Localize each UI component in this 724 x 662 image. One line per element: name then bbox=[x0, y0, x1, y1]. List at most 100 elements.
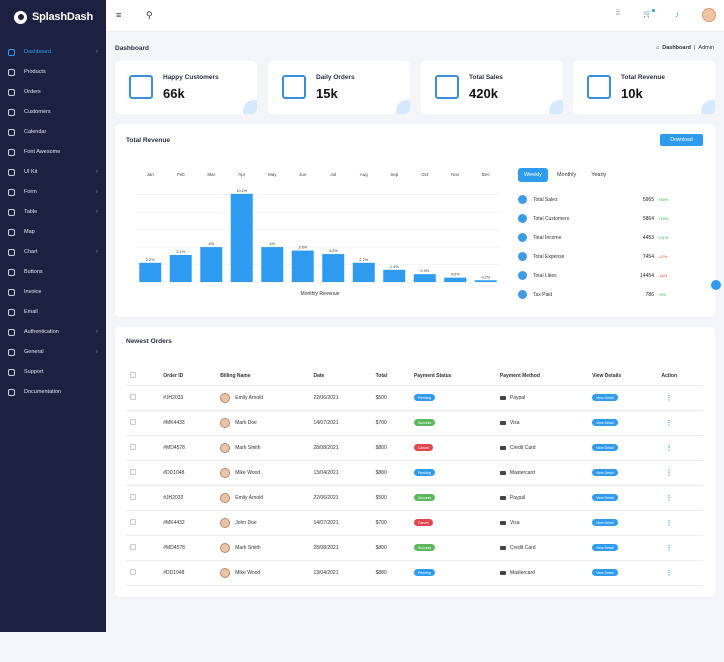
view-detail-button[interactable]: View Detail bbox=[592, 394, 618, 401]
total-likes-icon bbox=[518, 271, 527, 280]
more-actions-icon[interactable]: ⋮ bbox=[661, 445, 672, 452]
sidebar-item-buttons[interactable]: Buttons bbox=[0, 262, 106, 282]
row-checkbox[interactable] bbox=[130, 443, 136, 450]
sidebar-item-form[interactable]: Form › bbox=[0, 182, 106, 202]
row-checkbox[interactable] bbox=[130, 543, 136, 550]
tab-weekly[interactable]: Weekly bbox=[518, 168, 548, 182]
apps-grid-icon[interactable]: ⁞⁞ bbox=[616, 10, 620, 17]
more-actions-icon[interactable]: ⋮ bbox=[661, 495, 672, 502]
sidebar-item-general[interactable]: General › bbox=[0, 342, 106, 362]
sidebar-item-table[interactable]: Table › bbox=[0, 202, 106, 222]
view-detail-button[interactable]: View Detail bbox=[592, 519, 618, 526]
sidebar-item-dashboard[interactable]: Dashboard › bbox=[0, 42, 106, 62]
cart-badge bbox=[652, 9, 655, 12]
sidebar-item-font-awesome[interactable]: Font Awesome bbox=[0, 142, 106, 162]
status-badge: Success bbox=[413, 419, 436, 426]
sidebar-item-label: Documentation bbox=[24, 389, 61, 395]
topbar: ≡ ⚲ ⁞⁞ 🛒 ♪ bbox=[106, 0, 724, 32]
sidebar-item-label: Support bbox=[24, 369, 44, 375]
view-detail-button[interactable]: View Detail bbox=[592, 494, 618, 501]
row-checkbox[interactable] bbox=[130, 568, 136, 575]
row-select-cell bbox=[126, 385, 164, 411]
notification-bell-icon[interactable]: ♪ bbox=[675, 10, 679, 19]
view-details-cell: View Detail bbox=[592, 560, 662, 586]
home-icon: ⌂ bbox=[655, 45, 660, 51]
row-checkbox[interactable] bbox=[130, 418, 136, 425]
status-badge: Pending bbox=[413, 394, 435, 401]
column-header-billing-name: Billing Name bbox=[220, 367, 314, 386]
decorative-blob bbox=[701, 100, 715, 114]
data-label: 0.5% bbox=[451, 273, 460, 277]
view-detail-button[interactable]: View Detail bbox=[592, 419, 618, 426]
chevron-right-icon: › bbox=[96, 329, 98, 335]
select-all-cell bbox=[126, 367, 164, 386]
more-actions-icon[interactable]: ⋮ bbox=[661, 470, 672, 477]
row-checkbox[interactable] bbox=[130, 393, 136, 400]
settings-gear-icon[interactable] bbox=[711, 280, 721, 290]
breadcrumb-home[interactable]: Dashboard bbox=[662, 45, 691, 51]
payment-status-cell: Success bbox=[413, 535, 500, 561]
chevron-right-icon: › bbox=[96, 169, 98, 175]
metric-row-total-sales: Total Sales 5965 +15% bbox=[518, 190, 670, 209]
download-button[interactable]: Download bbox=[660, 134, 703, 146]
row-checkbox[interactable] bbox=[130, 493, 136, 500]
order-total: $800 bbox=[375, 435, 414, 461]
total-income-icon bbox=[518, 233, 527, 242]
billing-name: Emily Arnold bbox=[235, 394, 264, 401]
row-select-cell bbox=[126, 485, 164, 511]
more-actions-icon[interactable]: ⋮ bbox=[661, 420, 672, 427]
more-actions-icon[interactable]: ⋮ bbox=[661, 520, 672, 527]
total-sales-icon bbox=[518, 195, 527, 204]
bar-mar bbox=[200, 247, 223, 282]
sidebar-item-chart[interactable]: Chart › bbox=[0, 242, 106, 262]
view-detail-button[interactable]: View Detail bbox=[592, 569, 618, 576]
order-date: 13/04/2021 bbox=[313, 460, 376, 486]
column-header-date: Date bbox=[313, 367, 376, 386]
sidebar-item-documentation[interactable]: Documentation bbox=[0, 382, 106, 402]
table-body: #JH2033 Emily Arnold 22/06/2021 $500 Pending… bbox=[126, 385, 703, 586]
sidebar-item-products[interactable]: Products bbox=[0, 62, 106, 82]
data-label: 3.2% bbox=[329, 249, 338, 253]
user-avatar[interactable] bbox=[702, 8, 716, 22]
chart-bars-icon bbox=[129, 75, 153, 99]
sidebar-item-authentication[interactable]: Authentication › bbox=[0, 322, 106, 342]
invoice-icon bbox=[8, 288, 15, 296]
tab-yearly[interactable]: Yearly bbox=[585, 168, 613, 182]
status-badge: Pending bbox=[413, 569, 435, 576]
sidebar-item-customers[interactable]: Customers bbox=[0, 102, 106, 122]
row-checkbox[interactable] bbox=[130, 518, 136, 525]
sidebar-item-support[interactable]: Support bbox=[0, 362, 106, 382]
metric-label: Total Customers bbox=[533, 215, 570, 222]
payment-method-cell: Mastercard bbox=[499, 560, 593, 586]
sidebar-item-orders[interactable]: Orders bbox=[0, 82, 106, 102]
sidebar-item-invoice[interactable]: Invoice bbox=[0, 282, 106, 302]
order-date: 13/04/2021 bbox=[313, 560, 376, 586]
sidebar-item-email[interactable]: Email bbox=[0, 302, 106, 322]
avatar bbox=[220, 542, 231, 553]
cart-icon[interactable]: 🛒 bbox=[643, 10, 652, 18]
more-actions-icon[interactable]: ⋮ bbox=[661, 545, 672, 552]
chart-icon bbox=[8, 248, 15, 256]
more-actions-icon[interactable]: ⋮ bbox=[661, 570, 672, 577]
sidebar-item-map[interactable]: Map bbox=[0, 222, 106, 242]
view-detail-button[interactable]: View Detail bbox=[592, 544, 618, 551]
select-all-checkbox[interactable] bbox=[130, 371, 136, 378]
data-label: 0.9% bbox=[420, 269, 429, 273]
sidebar-item-ui-kit[interactable]: UI Kit › bbox=[0, 162, 106, 182]
view-details-cell: View Detail bbox=[592, 435, 662, 461]
hamburger-icon[interactable]: ≡ bbox=[116, 10, 121, 20]
newest-orders-panel: Newest Orders Order ID Billing Name Date To… bbox=[115, 327, 715, 597]
view-detail-button[interactable]: View Detail bbox=[592, 444, 618, 451]
payment-method-cell: Mastercard bbox=[499, 460, 593, 486]
tab-monthly[interactable]: Monthly bbox=[550, 168, 583, 182]
row-select-cell bbox=[126, 535, 164, 561]
metric-row-tax-paid: Tax Paid 786 +5% bbox=[518, 285, 670, 304]
brand[interactable]: SplashDash bbox=[0, 0, 106, 34]
bar-oct bbox=[413, 274, 436, 282]
order-id: #JH2033 bbox=[163, 485, 221, 511]
sidebar-item-calendar[interactable]: Calendar bbox=[0, 122, 106, 142]
more-actions-icon[interactable]: ⋮ bbox=[661, 395, 672, 402]
row-checkbox[interactable] bbox=[130, 468, 136, 475]
view-detail-button[interactable]: View Detail bbox=[592, 469, 618, 476]
search-icon[interactable]: ⚲ bbox=[146, 10, 153, 21]
